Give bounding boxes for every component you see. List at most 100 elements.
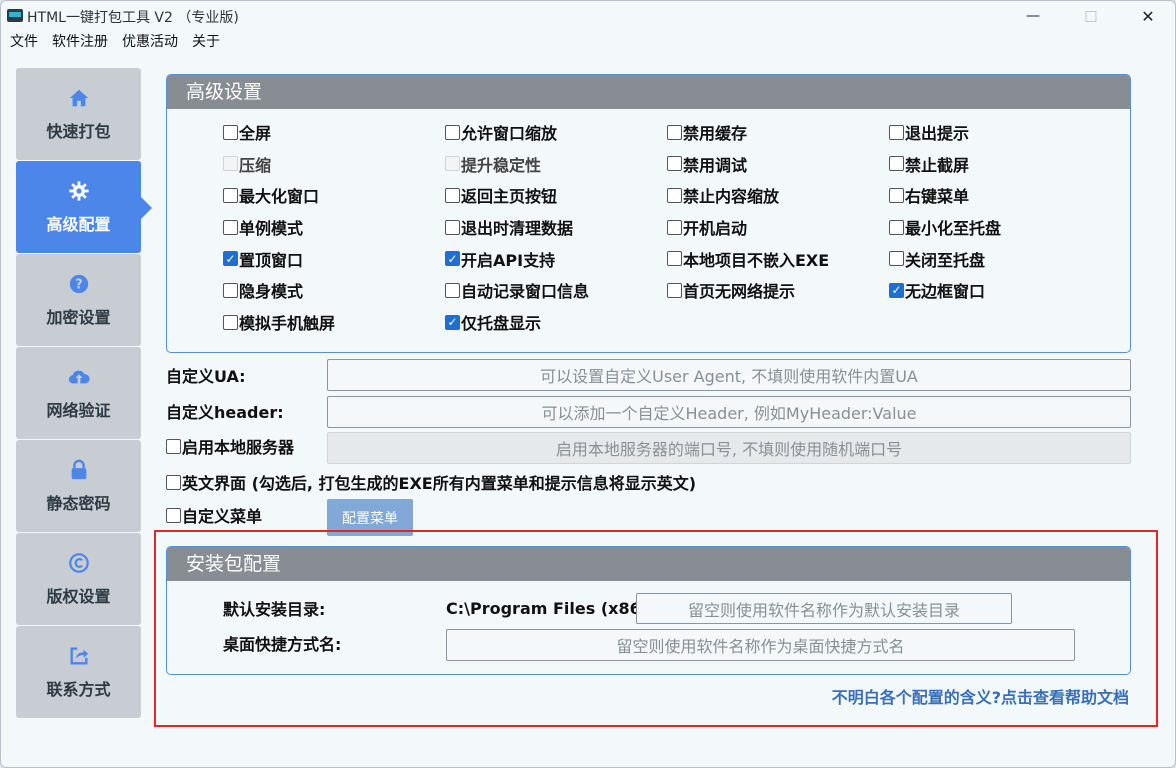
option-checkbox[interactable]: 允许窗口缩放: [445, 119, 557, 145]
checkbox-box: [889, 156, 904, 172]
install-dir-input[interactable]: 留空则使用软件名称作为默认安装目录: [636, 593, 1012, 624]
option-checkbox[interactable]: ✓ 开启API支持: [445, 246, 555, 272]
advanced-settings-group: 高级设置 全屏 允许窗口缩放 禁用缓存 退出提示 压缩 提升稳定性 禁用调试 禁止截屏 最大化窗…: [166, 74, 1131, 353]
option-checkbox[interactable]: 最小化至托盘: [889, 214, 1001, 240]
close-button[interactable]: ✕: [1119, 1, 1175, 31]
home-icon: [67, 86, 91, 110]
option-label: 无边框窗口: [905, 282, 986, 302]
options-row: 压缩 提升稳定性 禁用调试 禁止截屏: [223, 151, 1123, 183]
option-checkbox[interactable]: ✓ 仅托盘显示: [445, 309, 541, 335]
sidebar-item-quick-pack[interactable]: 快速打包: [16, 68, 141, 160]
maximize-button[interactable]: □: [1062, 1, 1120, 31]
checkbox-box: [223, 187, 238, 203]
checkbox-box: [667, 251, 682, 267]
option-checkbox[interactable]: 禁止内容缩放: [667, 182, 779, 208]
checkbox-box: [445, 219, 460, 235]
options-row: ✓ 置顶窗口 ✓ 开启API支持 本地项目不嵌入EXE 关闭至托盘: [223, 246, 1123, 278]
custom-menu-checkbox[interactable]: 自定义菜单: [166, 502, 262, 528]
menu-about[interactable]: 关于: [187, 32, 225, 54]
cloud-upload-icon: [67, 365, 91, 389]
option-label: 开启API支持: [461, 250, 556, 270]
local-server-port-input[interactable]: 启用本地服务器的端口号, 不填则使用随机端口号: [327, 432, 1131, 464]
copyright-icon: [67, 551, 91, 575]
options-row: 隐身模式 自动记录窗口信息 首页无网络提示 ✓ 无边框窗口: [223, 277, 1123, 309]
checkbox-box: [667, 124, 682, 140]
checkbox-box: [667, 282, 682, 298]
custom-header-input[interactable]: 可以添加一个自定义Header, 例如MyHeader:Value: [327, 396, 1131, 428]
menu-register[interactable]: 软件注册: [47, 32, 113, 54]
sidebar-item-label: 版权设置: [46, 587, 111, 606]
menu-bar: 文件 软件注册 优惠活动 关于: [1, 32, 225, 54]
checkmark-icon: ✓: [223, 251, 238, 267]
option-checkbox[interactable]: 禁用缓存: [667, 119, 747, 145]
option-label: 全屏: [239, 124, 272, 143]
option-checkbox[interactable]: 关闭至托盘: [889, 246, 985, 272]
sidebar-item-network-auth[interactable]: 网络验证: [16, 347, 141, 439]
shortcut-name-input[interactable]: 留空则使用软件名称作为桌面快捷方式名: [446, 629, 1075, 661]
checkbox-box: [223, 156, 238, 172]
option-checkbox[interactable]: 全屏: [223, 119, 271, 145]
option-checkbox[interactable]: 退出时清理数据: [445, 214, 573, 240]
custom-ua-label: 自定义UA:: [166, 367, 246, 386]
sidebar-item-static-password[interactable]: 静态密码: [16, 440, 141, 532]
advanced-options-grid: 全屏 允许窗口缩放 禁用缓存 退出提示 压缩 提升稳定性 禁用调试 禁止截屏 最大化窗口 返回主页…: [223, 119, 1123, 341]
menu-file[interactable]: 文件: [5, 32, 43, 54]
checkbox-box: [445, 282, 460, 298]
option-checkbox[interactable]: 退出提示: [889, 119, 969, 145]
option-checkbox[interactable]: ✓ 置顶窗口: [223, 246, 303, 272]
sidebar-item-label: 静态密码: [46, 494, 111, 513]
option-checkbox[interactable]: 禁用调试: [667, 151, 747, 177]
option-label: 本地项目不嵌入EXE: [683, 250, 830, 270]
option-label: 模拟手机触屏: [239, 314, 336, 334]
sidebar-item-encryption[interactable]: ? 加密设置: [16, 254, 141, 346]
option-checkbox[interactable]: 开机启动: [667, 214, 747, 240]
option-checkbox[interactable]: ✓ 无边框窗口: [889, 277, 985, 303]
sidebar-item-label: 加密设置: [46, 308, 111, 327]
sidebar-item-label: 快速打包: [46, 122, 111, 141]
option-checkbox[interactable]: 模拟手机触屏: [223, 309, 335, 335]
option-checkbox[interactable]: 右键菜单: [889, 182, 969, 208]
option-label: 禁用缓存: [683, 124, 748, 143]
checkbox-box: [667, 219, 682, 235]
option-label: 禁止截屏: [905, 155, 970, 175]
option-checkbox[interactable]: 单例模式: [223, 214, 303, 240]
checkmark-icon: ✓: [445, 314, 460, 330]
option-checkbox: 提升稳定性: [445, 151, 541, 177]
custom-header-label: 自定义header:: [166, 403, 284, 422]
english-interface-checkbox[interactable]: 英文界面 (勾选后, 打包生成的EXE所有内置菜单和提示信息将显示英文): [166, 469, 696, 495]
option-checkbox[interactable]: 最大化窗口: [223, 182, 319, 208]
help-docs-link[interactable]: 不明白各个配置的含义?点击查看帮助文档: [832, 684, 1129, 708]
minimize-button[interactable]: —: [1004, 1, 1062, 31]
sidebar-item-contact[interactable]: 联系方式: [16, 626, 141, 718]
checkbox-box: [889, 251, 904, 267]
option-label: 禁用调试: [683, 155, 748, 175]
option-label: 置顶窗口: [239, 250, 304, 270]
sidebar-item-label: 网络验证: [46, 401, 111, 420]
sidebar: 快速打包 高级配置 ? 加密设置 网络验证 静态密码 版权设置 联系方式: [16, 68, 152, 718]
option-checkbox[interactable]: 自动记录窗口信息: [445, 277, 589, 303]
checkbox-box: [166, 438, 181, 454]
option-label: 仅托盘显示: [461, 314, 542, 334]
sidebar-item-label: 联系方式: [46, 680, 111, 699]
window-title: HTML一键打包工具 V2 （专业版): [27, 10, 239, 26]
local-server-checkbox[interactable]: 启用本地服务器: [166, 433, 294, 459]
advanced-settings-title: 高级设置: [167, 75, 1130, 109]
share-icon: [67, 644, 91, 668]
sidebar-item-copyright[interactable]: 版权设置: [16, 533, 141, 625]
option-checkbox[interactable]: 首页无网络提示: [667, 277, 795, 303]
local-server-label: 启用本地服务器: [182, 438, 295, 457]
custom-ua-input[interactable]: 可以设置自定义User Agent, 不填则使用软件内置UA: [327, 359, 1131, 391]
option-checkbox[interactable]: 返回主页按钮: [445, 182, 557, 208]
option-checkbox[interactable]: 隐身模式: [223, 277, 303, 303]
sidebar-item-advanced-config[interactable]: 高级配置: [16, 161, 152, 253]
checkmark-icon: ✓: [445, 251, 460, 267]
install-dir-prefix: C:\Program Files (x86)\: [446, 599, 654, 618]
option-checkbox[interactable]: 禁止截屏: [889, 151, 969, 177]
english-interface-label: 英文界面 (勾选后, 打包生成的EXE所有内置菜单和提示信息将显示英文): [182, 474, 697, 493]
checkbox-box: [889, 219, 904, 235]
checkbox-box: [166, 474, 181, 490]
option-label: 单例模式: [239, 219, 304, 239]
options-row: 单例模式 退出时清理数据 开机启动 最小化至托盘: [223, 214, 1123, 246]
menu-promotions[interactable]: 优惠活动: [117, 32, 183, 54]
option-checkbox[interactable]: 本地项目不嵌入EXE: [667, 246, 829, 272]
